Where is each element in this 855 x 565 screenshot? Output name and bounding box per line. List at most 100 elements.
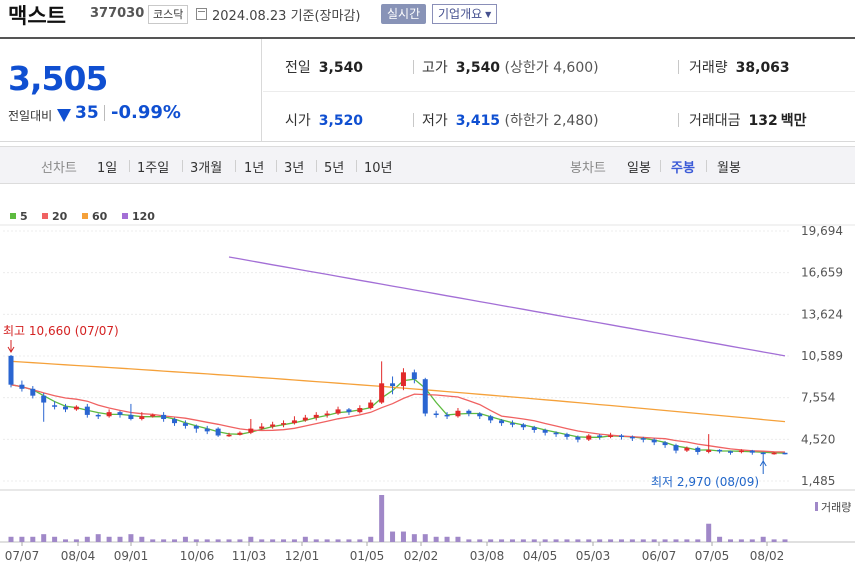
candle-body — [226, 434, 232, 437]
volume-bar — [706, 523, 712, 542]
divider — [678, 113, 679, 127]
candle — [717, 449, 723, 454]
prev-close-value: 3,540 — [318, 60, 364, 76]
legend-swatch — [82, 213, 88, 219]
candle — [706, 434, 712, 454]
candle — [422, 377, 428, 417]
candle — [19, 380, 25, 392]
candle — [673, 443, 679, 454]
volume-bar — [629, 539, 635, 542]
tab-3-years[interactable]: 3년 — [284, 157, 304, 176]
divider — [316, 160, 317, 172]
volume-bar — [444, 536, 450, 542]
tab-3-months[interactable]: 3개월 — [190, 157, 222, 176]
candle — [749, 449, 755, 455]
volume-bar — [499, 539, 505, 542]
candle-body — [444, 414, 450, 417]
candle-body — [215, 428, 221, 436]
day-high-label: 고가 — [422, 60, 448, 76]
divider — [129, 160, 130, 172]
candle-body — [19, 384, 25, 389]
candle-body — [204, 428, 210, 432]
volume-bar — [357, 539, 363, 542]
candle-body — [542, 429, 548, 433]
volume-bar — [727, 539, 733, 542]
x-tick-label: 11/03 — [232, 549, 267, 563]
y-tick-label: 1,485 — [801, 474, 835, 488]
candle-body — [455, 410, 461, 417]
candle-body — [706, 449, 712, 452]
x-tick-label: 03/08 — [470, 549, 505, 563]
candle — [608, 432, 614, 439]
candle-body — [695, 447, 701, 452]
candle-body — [182, 423, 188, 426]
volume-bar — [346, 539, 352, 542]
divider — [356, 160, 357, 172]
volume-bar — [684, 539, 690, 542]
realtime-button[interactable]: 실시간 — [381, 4, 427, 24]
volume-bar — [8, 536, 14, 542]
volume-bar — [564, 539, 570, 542]
price-chart[interactable]: 5 20 60 120 19,694 16,659 13,624 10,589 7,554 4,… — [0, 204, 855, 565]
y-tick-label: 4,520 — [801, 432, 835, 446]
candle-body — [411, 372, 417, 380]
candle-body — [161, 414, 167, 420]
candle-body — [520, 424, 526, 428]
volume-bar — [651, 539, 657, 542]
tab-weekly-candle[interactable]: 주봉 — [671, 157, 695, 176]
tab-1-year[interactable]: 1년 — [244, 157, 264, 176]
price-change-percent: -0.99% — [111, 102, 181, 123]
candle-body — [128, 414, 134, 420]
x-tick-label: 12/01 — [285, 549, 320, 563]
volume-bar — [673, 539, 679, 542]
legend-swatch — [122, 213, 128, 219]
candle-chart-group-label: 봉차트 — [570, 161, 606, 176]
candle — [117, 410, 123, 418]
volume-bar — [259, 539, 265, 542]
prev-close-label: 전일 — [285, 60, 311, 76]
day-low-label: 저가 — [422, 113, 448, 129]
candle — [433, 410, 439, 418]
candle-body — [727, 451, 733, 453]
candle — [324, 410, 330, 418]
legend-swatch — [10, 213, 16, 219]
tab-1-day[interactable]: 1일 — [97, 157, 117, 176]
tab-10-years[interactable]: 10년 — [364, 157, 393, 176]
y-tick-label: 10,589 — [801, 349, 843, 363]
volume-bar — [30, 536, 36, 542]
volume-bar — [41, 534, 47, 542]
volume-bar — [575, 539, 581, 542]
candle — [161, 412, 167, 422]
divider — [413, 113, 414, 127]
candle-body — [662, 442, 668, 446]
line-chart-group-label: 선차트 — [41, 161, 77, 176]
volume-bar — [368, 536, 374, 542]
volume-bar — [270, 539, 276, 542]
price-chart-svg: 5 20 60 120 19,694 16,659 13,624 10,589 7,554 4,… — [0, 210, 855, 563]
volume-bar — [73, 539, 79, 542]
turnover-value: 132 — [748, 113, 778, 129]
candle — [357, 405, 363, 414]
current-price: 3,505 — [8, 59, 108, 98]
legend-swatch — [42, 213, 48, 219]
y-axis-ticks: 19,694 16,659 13,624 10,589 7,554 4,520 1,485 — [801, 224, 843, 488]
tab-5-years[interactable]: 5년 — [324, 157, 344, 176]
candle — [8, 355, 14, 388]
volume-bar — [237, 539, 243, 542]
stock-code: 377030 — [90, 6, 145, 21]
volume-bar — [117, 536, 123, 542]
candle-body — [400, 372, 406, 387]
volume-bar — [749, 539, 755, 542]
x-tick-label: 01/05 — [350, 549, 385, 563]
volume-bar — [488, 539, 494, 542]
candle-body — [302, 417, 308, 421]
candle — [509, 420, 515, 428]
candle — [368, 399, 374, 410]
tab-monthly-candle[interactable]: 월봉 — [717, 157, 741, 176]
tab-1-week[interactable]: 1주일 — [137, 157, 169, 176]
tab-daily-candle[interactable]: 일봉 — [627, 157, 651, 176]
divider — [104, 105, 105, 121]
candle — [95, 413, 101, 420]
volume-bar — [586, 539, 592, 542]
company-info-dropdown[interactable]: 기업개요 ▼ — [432, 4, 498, 24]
